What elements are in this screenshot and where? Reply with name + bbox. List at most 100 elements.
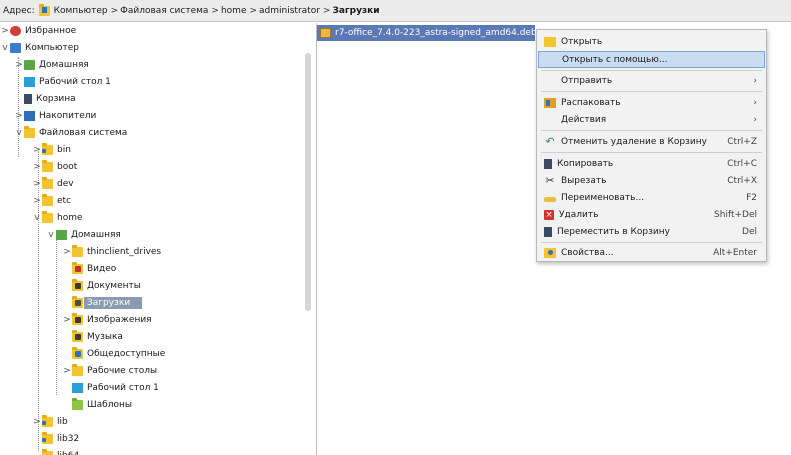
tree-item-computer[interactable]: v Компьютер — [0, 40, 79, 56]
menu-label: Вырезать — [561, 175, 607, 186]
folder-icon — [72, 364, 83, 376]
menu-label: Отменить удаление в Корзину — [561, 136, 707, 147]
menu-open-with[interactable]: Открыть с помощью... — [538, 51, 765, 68]
tree-item-etc[interactable]: > etc — [32, 193, 71, 209]
menu-shortcut: Del — [742, 226, 757, 237]
tree-item-templates[interactable]: Шаблоны — [62, 397, 132, 413]
tree-item-dev[interactable]: > dev — [32, 176, 74, 192]
tree-item-home-dir[interactable]: v home — [32, 210, 83, 226]
collapse-arrow-icon[interactable]: v — [46, 230, 56, 240]
tree-item-thinclient[interactable]: > thinclient_drives — [62, 244, 161, 260]
menu-delete[interactable]: × Удалить Shift+Del — [538, 206, 765, 223]
expand-arrow-icon[interactable]: > — [32, 196, 42, 206]
documents-folder-icon — [72, 279, 83, 291]
tree-item-desktops[interactable]: > Рабочие столы — [62, 363, 157, 379]
menu-label: Переименовать... — [561, 192, 645, 203]
submenu-arrow-icon: › — [753, 114, 757, 125]
expand-arrow-icon[interactable]: > — [14, 111, 24, 121]
menu-send[interactable]: Отправить › — [538, 72, 765, 89]
tree-item-lib[interactable]: > lib — [32, 414, 68, 430]
address-bar[interactable]: Адрес: Компьютер > Файловая система > ho… — [0, 0, 791, 22]
tree-item-desktop[interactable]: Рабочий стол 1 — [14, 74, 111, 90]
folder-tree[interactable]: > Избранное v Компьютер > Домашняя Рабоч… — [0, 23, 317, 455]
tree-item-music[interactable]: Музыка — [62, 329, 123, 345]
menu-extract[interactable]: Распаковать › — [538, 94, 765, 111]
menu-move-to-trash[interactable]: Переместить в Корзину Del — [538, 223, 765, 240]
breadcrumb-separator: > — [322, 5, 331, 16]
tree-item-documents[interactable]: Документы — [62, 278, 141, 294]
tree-item-filesystem[interactable]: v Файловая система — [14, 125, 127, 141]
tree-item-downloads[interactable]: Загрузки — [62, 295, 143, 311]
tree-item-lib32[interactable]: lib32 — [32, 431, 79, 447]
folder-link-icon — [42, 432, 53, 444]
menu-properties[interactable]: Свойства... Alt+Enter — [538, 244, 765, 261]
tree-item-favorites[interactable]: > Избранное — [0, 23, 76, 39]
archive-icon — [544, 97, 556, 108]
tree-item-label: dev — [57, 179, 74, 189]
package-file-icon — [320, 28, 331, 38]
tree-item-public[interactable]: Общедоступные — [62, 346, 165, 362]
desktop-icon — [72, 383, 83, 393]
tree-item-bin[interactable]: > bin — [32, 142, 71, 158]
breadcrumb-home[interactable]: home — [221, 6, 247, 16]
collapse-arrow-icon[interactable]: v — [0, 43, 10, 53]
tree-item-trash[interactable]: Корзина — [14, 91, 76, 107]
menu-rename[interactable]: Переименовать... F2 — [538, 189, 765, 206]
templates-folder-icon — [72, 398, 83, 410]
menu-separator — [541, 242, 762, 243]
tree-item-label: home — [57, 213, 83, 223]
file-name: r7-office_7.4.0-223_astra-signed_amd64.d… — [335, 28, 535, 38]
tree-item-video[interactable]: Видео — [62, 261, 116, 277]
expand-arrow-icon[interactable]: > — [62, 366, 72, 376]
breadcrumb-administrator[interactable]: administrator — [259, 6, 320, 16]
menu-label: Переместить в Корзину — [557, 226, 670, 237]
copy-icon — [544, 158, 552, 169]
tree-item-home[interactable]: > Домашняя — [14, 57, 89, 73]
expand-arrow-icon[interactable]: > — [0, 26, 10, 36]
heart-icon — [10, 26, 21, 36]
cut-icon: ✂ — [545, 173, 555, 187]
tree-item-drives[interactable]: > Накопители — [14, 108, 96, 124]
folder-icon — [42, 177, 53, 189]
breadcrumb-computer[interactable]: Компьютер — [54, 6, 108, 16]
menu-label: Свойства... — [561, 247, 614, 258]
tree-item-label: Рабочий стол 1 — [39, 77, 111, 87]
tree-item-images[interactable]: > Изображения — [62, 312, 152, 328]
menu-open[interactable]: Открыть — [538, 33, 765, 50]
tree-item-boot[interactable]: > boot — [32, 159, 77, 175]
folder-icon — [72, 245, 83, 257]
tree-item-lib64[interactable]: lib64 — [32, 448, 79, 455]
expand-arrow-icon[interactable]: > — [14, 60, 24, 70]
menu-copy[interactable]: Копировать Ctrl+C — [538, 155, 765, 172]
delete-icon: × — [544, 209, 554, 220]
expand-arrow-icon[interactable]: > — [32, 417, 42, 427]
breadcrumb: Компьютер > Файловая система > home > ad… — [38, 3, 380, 16]
folder-link-icon — [42, 415, 53, 427]
file-item-selected[interactable]: r7-office_7.4.0-223_astra-signed_amd64.d… — [317, 25, 535, 41]
menu-cut[interactable]: ✂ Вырезать Ctrl+X — [538, 172, 765, 189]
menu-actions[interactable]: Действия › — [538, 111, 765, 128]
images-folder-icon — [72, 313, 83, 325]
menu-separator — [541, 130, 762, 131]
expand-arrow-icon[interactable]: > — [32, 145, 42, 155]
menu-shortcut: F2 — [746, 192, 757, 203]
tree-item-label: Домашняя — [39, 60, 89, 70]
tree-item-desktop-1[interactable]: Рабочий стол 1 — [62, 380, 159, 396]
menu-shortcut: Alt+Enter — [713, 247, 757, 258]
menu-undo[interactable]: ↶ Отменить удаление в Корзину Ctrl+Z — [538, 133, 765, 150]
tree-item-user-home[interactable]: v Домашняя — [46, 227, 121, 243]
desktop-icon — [24, 77, 35, 87]
expand-arrow-icon[interactable]: > — [32, 162, 42, 172]
expand-arrow-icon[interactable]: > — [62, 247, 72, 257]
menu-shortcut: Shift+Del — [714, 209, 757, 220]
expand-arrow-icon[interactable]: > — [62, 315, 72, 325]
tree-item-label: bin — [57, 145, 71, 155]
collapse-arrow-icon[interactable]: v — [14, 128, 24, 138]
breadcrumb-filesystem[interactable]: Файловая система — [120, 6, 208, 16]
expand-arrow-icon[interactable]: > — [32, 179, 42, 189]
address-label: Адрес: — [3, 5, 35, 16]
tree-scrollbar[interactable] — [305, 53, 311, 311]
breadcrumb-downloads[interactable]: Загрузки — [332, 6, 379, 16]
downloads-folder-icon — [72, 296, 83, 308]
collapse-arrow-icon[interactable]: v — [32, 213, 42, 223]
